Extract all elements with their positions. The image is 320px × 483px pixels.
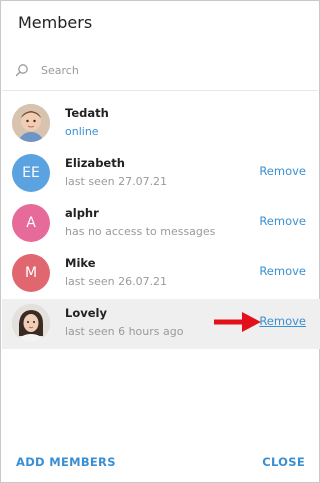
member-name: Lovely <box>65 306 107 320</box>
avatar <box>12 304 50 342</box>
member-row-mike[interactable]: M Mike last seen 26.07.21 Remove <box>2 249 320 299</box>
profile-photo-icon <box>12 304 50 342</box>
member-row-tedath[interactable]: Tedath online <box>2 99 320 149</box>
member-status: last seen 27.07.21 <box>65 175 168 188</box>
remove-button[interactable]: Remove <box>259 314 306 328</box>
remove-button[interactable]: Remove <box>259 164 306 178</box>
remove-button[interactable]: Remove <box>259 214 306 228</box>
avatar-initials: A <box>26 215 36 231</box>
avatar: M <box>12 254 50 292</box>
avatar-initials: EE <box>22 165 40 181</box>
red-arrow-icon <box>214 312 261 332</box>
close-button[interactable]: CLOSE <box>262 455 305 469</box>
member-row-lovely[interactable]: Lovely last seen 6 hours ago Remove <box>2 299 320 349</box>
avatar <box>12 104 50 142</box>
members-dialog: Members Tedath online <box>0 0 320 483</box>
member-row-elizabeth[interactable]: EE Elizabeth last seen 27.07.21 Remove <box>2 149 320 199</box>
member-status: online <box>65 125 99 138</box>
search-input[interactable] <box>41 63 281 77</box>
member-status: has no access to messages <box>65 225 216 238</box>
member-name: Tedath <box>65 106 109 120</box>
avatar-initials: M <box>24 265 38 281</box>
profile-photo-icon <box>12 104 50 142</box>
search-divider <box>2 90 318 91</box>
avatar: EE <box>12 154 50 192</box>
member-status: last seen 6 hours ago <box>65 325 184 338</box>
remove-button[interactable]: Remove <box>259 264 306 278</box>
member-name: alphr <box>65 206 99 220</box>
dialog-title: Members <box>18 13 93 32</box>
add-members-button[interactable]: ADD MEMBERS <box>16 455 116 469</box>
member-row-alphr[interactable]: A alphr has no access to messages Remove <box>2 199 320 249</box>
search-bar[interactable] <box>11 58 311 82</box>
search-icon <box>11 59 33 81</box>
member-name: Elizabeth <box>65 156 125 170</box>
member-status: last seen 26.07.21 <box>65 275 168 288</box>
member-name: Mike <box>65 256 96 270</box>
avatar: A <box>12 204 50 242</box>
